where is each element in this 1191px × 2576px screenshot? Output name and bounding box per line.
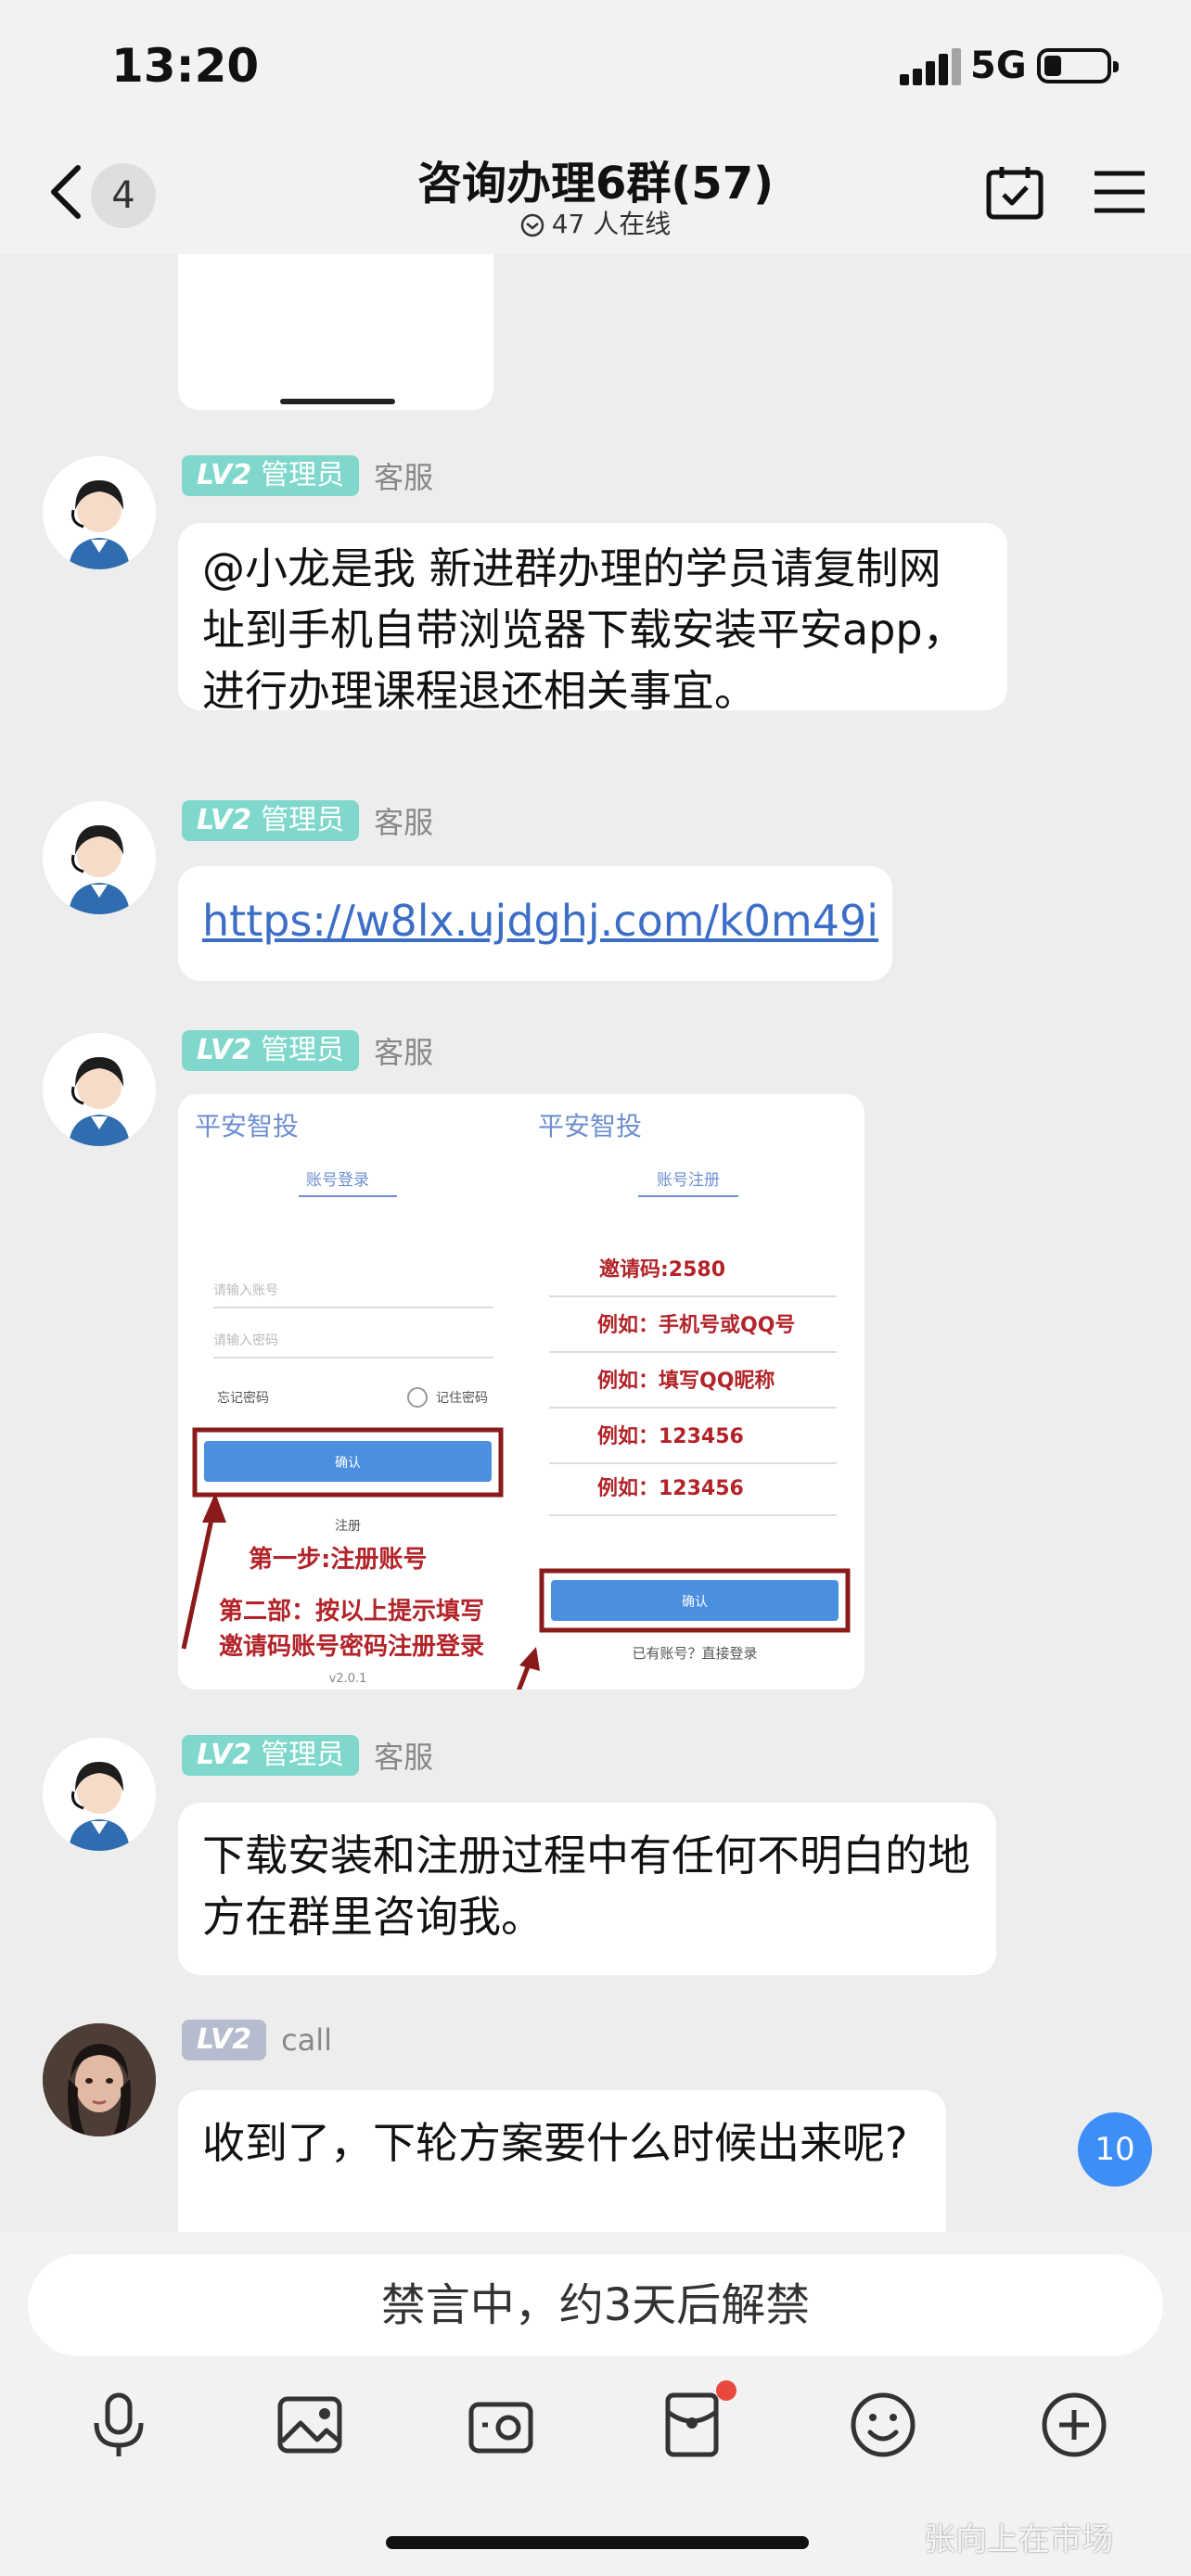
avatar[interactable] [43,1738,156,1851]
role-badge: LV2 管理员 [182,1735,360,1776]
network-type: 5G [970,45,1027,87]
new-indicator-dot [716,2380,736,2401]
role-badge: LV2 管理员 [182,455,360,496]
sender-name: call [281,2022,333,2058]
screen-field: 请输入密码 [213,1333,278,1348]
register-hint: 例如：123456 [597,1425,744,1448]
unread-count-badge[interactable]: 10 [1078,2112,1152,2187]
screen-field: 请输入账号 [213,1283,278,1298]
screen-remember: 记住密码 [436,1390,488,1406]
emoji-icon[interactable] [846,2388,920,2462]
message-meta: LV2 call [182,2020,332,2060]
screen-confirm: 确认 [335,1456,361,1471]
screen-tab: 账号登录 [306,1171,369,1190]
screen-confirm: 确认 [682,1595,708,1610]
sender-name: 客服 [374,1740,434,1775]
sender-name: 客服 [374,805,434,840]
microphone-icon[interactable] [82,2388,156,2462]
image-icon[interactable] [273,2388,347,2462]
watermark: 张向上在市场 [924,2521,1113,2558]
invite-code: 邀请码:2580 [599,1257,725,1282]
sender-name: 客服 [374,460,434,495]
message-meta: LV2 管理员 客服 [182,1734,434,1776]
previous-message-card[interactable] [178,254,493,410]
calendar-check-icon[interactable] [985,163,1044,223]
avatar[interactable] [43,1033,156,1146]
message-bubble[interactable]: @小龙是我 新进群办理的学员请复制网址到手机自带浏览器下载安装平安app，进行办… [178,523,1007,716]
avatar[interactable] [43,801,156,914]
screen-forgot: 忘记密码 [217,1390,269,1406]
bottom-panel: 禁言中，约3天后解禁 张向上在市场 [0,2232,1191,2576]
avatar[interactable] [43,2023,156,2136]
camera-icon[interactable] [464,2388,538,2462]
menu-icon[interactable] [1093,169,1146,215]
screen-title: 平安智投 [195,1111,299,1141]
register-hint: 例如：123456 [597,1477,744,1500]
status-time: 13:20 [111,39,260,93]
signal-icon [900,48,961,85]
screen-title: 平安智投 [538,1111,642,1141]
message-bubble[interactable]: 收到了，下轮方案要什么时候出来呢? [178,2090,946,2232]
message-link[interactable]: https://w8lx.ujdghj.com/k0m49i [178,866,892,981]
message-bubble[interactable]: 下载安装和注册过程中有任何不明白的地方在群里咨询我。 [178,1803,996,1975]
red-packet-icon[interactable] [655,2388,729,2462]
home-indicator[interactable] [386,2536,809,2549]
level-badge: LV2 [182,2020,267,2060]
step-two-label: 邀请码账号密码注册登录 [219,1632,484,1661]
sender-name: 客服 [374,1035,434,1070]
role-badge: LV2 管理员 [182,800,360,841]
message-meta: LV2 管理员 客服 [182,454,434,496]
screen-login-link: 已有账号？直接登录 [632,1645,757,1662]
online-icon [520,213,544,237]
status-bar: 13:20 5G [0,0,1191,130]
chat-header: 4 咨询办理6群(57) 47 人在线 [0,130,1191,254]
battery-icon [1037,48,1119,83]
screen-tab: 账号注册 [657,1171,720,1190]
message-meta: LV2 管理员 客服 [182,799,434,841]
step-one-label: 第一步:注册账号 [249,1545,427,1574]
message-meta: LV2 管理员 客服 [182,1029,434,1071]
muted-notice: 禁言中，约3天后解禁 [28,2254,1163,2356]
online-count-text: 47 人在线 [551,209,672,239]
role-badge: LV2 管理员 [182,1030,360,1071]
plus-icon[interactable] [1037,2388,1111,2462]
screen-version: v2.0.1 [329,1672,367,1686]
register-hint: 例如：手机号或QQ号 [597,1313,795,1337]
message-list[interactable]: LV2 管理员 客服 @小龙是我 新进群办理的学员请复制网址到手机自带浏览器下载安装… [0,254,1191,2232]
image-message[interactable]: 平安智投 账号登录 请输入账号 请输入密码 忘记密码 记住密码 确认 注册 第一… [178,1094,864,1690]
screen-register: 注册 [335,1519,361,1534]
register-hint: 例如：填写QQ昵称 [597,1369,775,1393]
avatar[interactable] [43,456,156,569]
step-two-label: 第二部：按以上提示填写 [219,1597,484,1626]
